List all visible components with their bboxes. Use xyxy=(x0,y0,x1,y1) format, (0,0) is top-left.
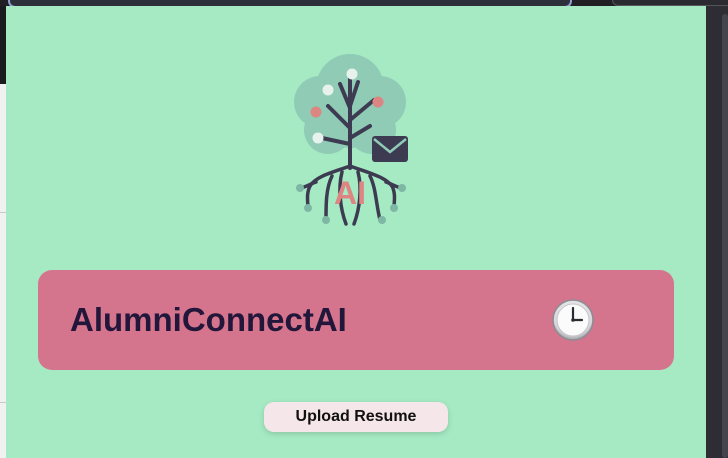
clock-icon xyxy=(552,299,594,341)
brand-header-card: AlumniConnectAI xyxy=(38,270,674,370)
background-scroll-area xyxy=(706,6,728,458)
tree-mail-icon: AI xyxy=(294,54,408,226)
scrollbar[interactable] xyxy=(722,14,728,458)
history-button[interactable] xyxy=(550,297,596,343)
logo-ai-text: AI xyxy=(334,175,366,211)
extension-popup: AI AlumniConnectAI Upload Resume xyxy=(6,6,706,458)
app-title: AlumniConnectAI xyxy=(70,301,347,338)
upload-resume-button[interactable]: Upload Resume xyxy=(264,402,448,432)
browser-window: AI AlumniConnectAI Upload Resume xyxy=(0,0,728,458)
